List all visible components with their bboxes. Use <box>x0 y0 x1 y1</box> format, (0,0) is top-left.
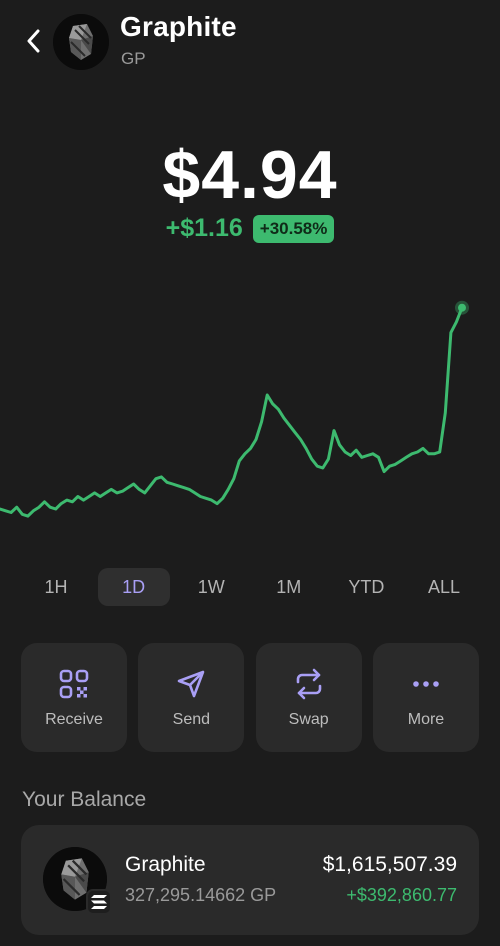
send-label: Send <box>172 711 211 728</box>
price-change-absolute: +$1.16 <box>165 214 243 242</box>
balance-token-name: Graphite <box>125 853 206 876</box>
range-tab-1m[interactable]: 1M <box>253 568 325 606</box>
receive-label: Receive <box>45 711 103 728</box>
more-button[interactable]: More <box>372 643 479 752</box>
chevron-left-icon <box>27 29 40 53</box>
price-change-row: +$1.16 +30.58% <box>0 214 500 243</box>
range-tab-1h[interactable]: 1H <box>20 568 92 606</box>
header: Graphite GP <box>0 0 500 80</box>
solana-icon <box>86 889 112 915</box>
more-icon <box>409 667 443 701</box>
token-logo-icon <box>53 14 109 70</box>
send-icon <box>174 667 208 701</box>
range-tab-1d[interactable]: 1D <box>97 568 170 606</box>
swap-icon <box>292 667 326 701</box>
action-buttons: Receive Send Swap More <box>21 643 479 752</box>
range-tab-all[interactable]: ALL <box>408 568 480 606</box>
price-line <box>0 306 464 518</box>
last-price-dot <box>458 303 466 312</box>
balance-token-amount: 327,295.14662 GP <box>125 885 277 905</box>
time-range-tabs: 1H 1D 1W 1M YTD ALL <box>20 568 480 606</box>
send-button[interactable]: Send <box>138 643 245 752</box>
balance-usd-change: +$392,860.77 <box>346 885 457 905</box>
more-label: More <box>407 711 445 728</box>
current-price: $4.94 <box>162 137 338 213</box>
balance-usd-value: $1,615,507.39 <box>322 853 457 876</box>
price-chart[interactable] <box>0 285 500 535</box>
swap-button[interactable]: Swap <box>255 643 362 752</box>
receive-button[interactable]: Receive <box>21 643 127 752</box>
token-symbol: GP <box>121 49 146 68</box>
price-change-percent-badge: +30.58% <box>252 214 335 243</box>
back-button[interactable] <box>18 24 48 58</box>
swap-label: Swap <box>288 711 329 728</box>
token-name: Graphite <box>120 11 237 42</box>
balance-section-title: Your Balance <box>22 788 147 811</box>
balance-card[interactable]: Graphite 327,295.14662 GP $1,615,507.39 … <box>21 825 479 935</box>
range-tab-1w[interactable]: 1W <box>175 568 247 606</box>
range-tab-ytd[interactable]: YTD <box>330 568 402 606</box>
qr-code-icon <box>57 667 91 701</box>
